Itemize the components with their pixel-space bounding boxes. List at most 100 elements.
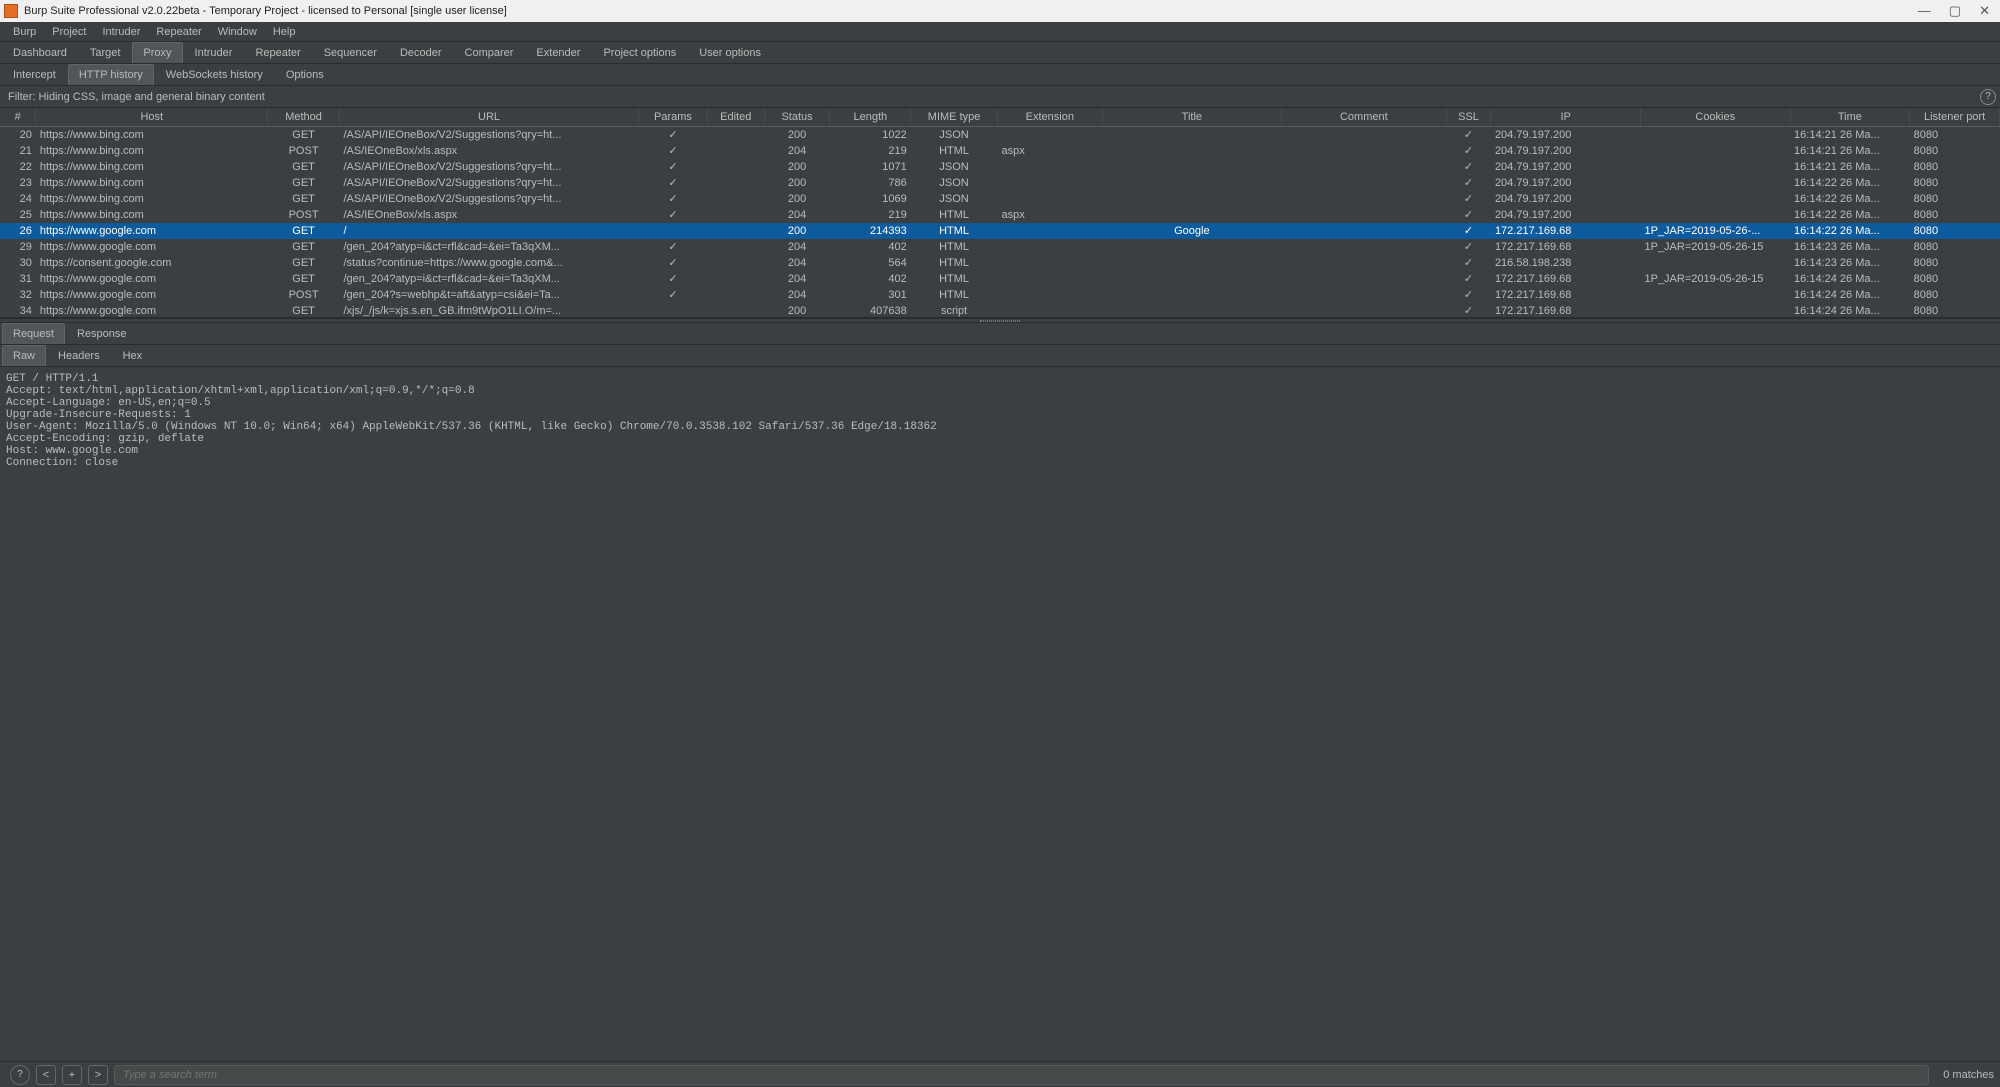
- tab-repeater[interactable]: Repeater: [244, 42, 311, 63]
- col-header-url[interactable]: URL: [339, 108, 638, 127]
- detail-tab-response[interactable]: Response: [66, 323, 138, 344]
- cell-url: /status?continue=https://www.google.com&…: [339, 255, 638, 271]
- menu-burp[interactable]: Burp: [6, 24, 43, 40]
- tab-extender[interactable]: Extender: [525, 42, 591, 63]
- cell-len: 219: [830, 143, 911, 159]
- cell-len: 1022: [830, 127, 911, 143]
- table-row[interactable]: 21https://www.bing.comPOST/AS/IEOneBox/x…: [0, 143, 2000, 159]
- cell-url: /AS/API/IEOneBox/V2/Suggestions?qry=ht..…: [339, 159, 638, 175]
- cell-ssl: ✓: [1446, 143, 1491, 159]
- cell-title: [1102, 127, 1281, 143]
- menu-intruder[interactable]: Intruder: [96, 24, 148, 40]
- minimize-button[interactable]: —: [1918, 3, 1931, 19]
- cell-host: https://www.bing.com: [36, 127, 268, 143]
- table-row[interactable]: 30https://consent.google.comGET/status?c…: [0, 255, 2000, 271]
- table-header-row[interactable]: #HostMethodURLParamsEditedStatusLengthMI…: [0, 108, 2000, 127]
- table-row[interactable]: 32https://www.google.comPOST/gen_204?s=w…: [0, 287, 2000, 303]
- prev-match-button[interactable]: <: [36, 1065, 56, 1085]
- col-header-host[interactable]: Host: [36, 108, 268, 127]
- cell-url: /: [339, 223, 638, 239]
- menu-repeater[interactable]: Repeater: [149, 24, 208, 40]
- table-row[interactable]: 20https://www.bing.comGET/AS/API/IEOneBo…: [0, 127, 2000, 143]
- cell-comment: [1282, 303, 1447, 319]
- tab-decoder[interactable]: Decoder: [389, 42, 453, 63]
- menu-project[interactable]: Project: [45, 24, 93, 40]
- cell-ext: aspx: [997, 143, 1102, 159]
- detail-tab-request[interactable]: Request: [2, 323, 65, 344]
- table-row[interactable]: 24https://www.bing.comGET/AS/API/IEOneBo…: [0, 191, 2000, 207]
- view-tab-raw[interactable]: Raw: [2, 345, 46, 366]
- col-header-ip[interactable]: IP: [1491, 108, 1641, 127]
- cell-ssl: ✓: [1446, 191, 1491, 207]
- table-row[interactable]: 31https://www.google.comGET/gen_204?atyp…: [0, 271, 2000, 287]
- cell-host: https://www.bing.com: [36, 159, 268, 175]
- col-header--[interactable]: #: [0, 108, 36, 127]
- table-row[interactable]: 23https://www.bing.comGET/AS/API/IEOneBo…: [0, 175, 2000, 191]
- subtab-http-history[interactable]: HTTP history: [68, 64, 154, 85]
- tab-dashboard[interactable]: Dashboard: [2, 42, 78, 63]
- message-detail-panel: RequestResponse RawHeadersHex GET / HTTP…: [0, 323, 2000, 1087]
- tab-sequencer[interactable]: Sequencer: [313, 42, 388, 63]
- col-header-ssl[interactable]: SSL: [1446, 108, 1491, 127]
- close-button[interactable]: ✕: [1979, 3, 1990, 19]
- help-button[interactable]: ?: [10, 1065, 30, 1085]
- raw-request-text[interactable]: GET / HTTP/1.1 Accept: text/html,applica…: [0, 367, 2000, 1061]
- cell-edited: [707, 207, 764, 223]
- col-header-extension[interactable]: Extension: [997, 108, 1102, 127]
- menu-help[interactable]: Help: [266, 24, 303, 40]
- tab-proxy[interactable]: Proxy: [132, 42, 182, 63]
- col-header-comment[interactable]: Comment: [1282, 108, 1447, 127]
- col-header-time[interactable]: Time: [1790, 108, 1910, 127]
- cell-params: ✓: [639, 255, 708, 271]
- table-row[interactable]: 25https://www.bing.comPOST/AS/IEOneBox/x…: [0, 207, 2000, 223]
- menu-window[interactable]: Window: [211, 24, 264, 40]
- cell-ext: [997, 191, 1102, 207]
- cell-host: https://www.google.com: [36, 239, 268, 255]
- help-icon[interactable]: ?: [1980, 89, 1996, 105]
- tab-comparer[interactable]: Comparer: [454, 42, 525, 63]
- col-header-title[interactable]: Title: [1102, 108, 1281, 127]
- search-bottom-bar: ? < + > 0 matches: [0, 1061, 2000, 1087]
- search-input[interactable]: [114, 1065, 1929, 1085]
- next-match-button[interactable]: >: [88, 1065, 108, 1085]
- col-header-method[interactable]: Method: [268, 108, 340, 127]
- cell-n: 26: [0, 223, 36, 239]
- filter-bar[interactable]: Filter: Hiding CSS, image and general bi…: [0, 86, 2000, 108]
- col-header-listener-port[interactable]: Listener port: [1910, 108, 2000, 127]
- tab-intruder[interactable]: Intruder: [184, 42, 244, 63]
- cell-comment: [1282, 287, 1447, 303]
- cell-edited: [707, 271, 764, 287]
- cell-edited: [707, 303, 764, 319]
- cell-params: [639, 303, 708, 319]
- add-button[interactable]: +: [62, 1065, 82, 1085]
- maximize-button[interactable]: ▢: [1949, 3, 1961, 19]
- table-row[interactable]: 29https://www.google.comGET/gen_204?atyp…: [0, 239, 2000, 255]
- cell-ssl: ✓: [1446, 271, 1491, 287]
- tab-project-options[interactable]: Project options: [592, 42, 687, 63]
- table-row[interactable]: 34https://www.google.comGET/xjs/_/js/k=x…: [0, 303, 2000, 319]
- cell-mime: HTML: [911, 143, 998, 159]
- cell-len: 564: [830, 255, 911, 271]
- table-row[interactable]: 22https://www.bing.comGET/AS/API/IEOneBo…: [0, 159, 2000, 175]
- col-header-edited[interactable]: Edited: [707, 108, 764, 127]
- cell-mime: JSON: [911, 127, 998, 143]
- col-header-mime-type[interactable]: MIME type: [911, 108, 998, 127]
- cell-method: GET: [268, 223, 340, 239]
- cell-ip: 204.79.197.200: [1491, 159, 1641, 175]
- http-history-table[interactable]: #HostMethodURLParamsEditedStatusLengthMI…: [0, 108, 2000, 318]
- table-row[interactable]: 26https://www.google.comGET/200214393HTM…: [0, 223, 2000, 239]
- subtab-options[interactable]: Options: [275, 64, 335, 85]
- col-header-length[interactable]: Length: [830, 108, 911, 127]
- cell-status: 200: [764, 303, 830, 319]
- subtab-intercept[interactable]: Intercept: [2, 64, 67, 85]
- col-header-cookies[interactable]: Cookies: [1640, 108, 1790, 127]
- view-tab-hex[interactable]: Hex: [112, 345, 154, 366]
- view-tab-headers[interactable]: Headers: [47, 345, 111, 366]
- col-header-status[interactable]: Status: [764, 108, 830, 127]
- cell-comment: [1282, 159, 1447, 175]
- cell-port: 8080: [1910, 143, 2000, 159]
- tab-target[interactable]: Target: [79, 42, 132, 63]
- col-header-params[interactable]: Params: [639, 108, 708, 127]
- subtab-websockets-history[interactable]: WebSockets history: [155, 64, 274, 85]
- tab-user-options[interactable]: User options: [688, 42, 772, 63]
